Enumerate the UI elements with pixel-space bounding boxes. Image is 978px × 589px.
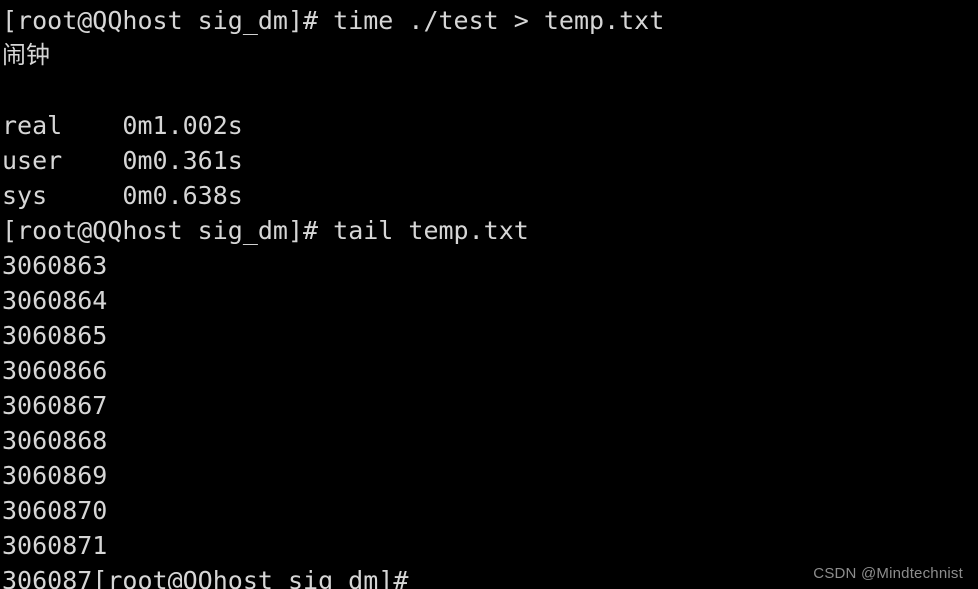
terminal-line-number: 3060868 bbox=[0, 423, 978, 458]
timing-sys: sys 0m0.638s bbox=[2, 181, 243, 210]
terminal-line-number: 3060871 bbox=[0, 528, 978, 563]
command-text-tail: tail temp.txt bbox=[333, 216, 529, 245]
csdn-watermark: CSDN @Mindtechnist bbox=[813, 565, 963, 582]
terminal-line-number: 3060870 bbox=[0, 493, 978, 528]
timing-user: user 0m0.361s bbox=[2, 146, 243, 175]
terminal-window[interactable]: [root@QQhost sig_dm]# time ./test > temp… bbox=[0, 0, 978, 589]
output-number: 3060870 bbox=[2, 496, 108, 525]
shell-prompt: [root@QQhost sig_dm]# bbox=[2, 6, 334, 35]
shell-prompt-active: [root@QQhost sig_dm]# bbox=[92, 566, 409, 589]
shell-prompt: [root@QQhost sig_dm]# bbox=[2, 216, 334, 245]
terminal-line-number: 3060867 bbox=[0, 388, 978, 423]
output-number: 3060869 bbox=[2, 461, 108, 490]
output-number: 3060864 bbox=[2, 286, 108, 315]
terminal-line-command-time: [root@QQhost sig_dm]# time ./test > temp… bbox=[0, 3, 978, 38]
output-number: 3060868 bbox=[2, 426, 108, 455]
terminal-screen[interactable]: [root@QQhost sig_dm]# time ./test > temp… bbox=[0, 3, 978, 589]
terminal-line-user: user 0m0.361s bbox=[0, 143, 978, 178]
truncated-output-number: 306087 bbox=[2, 566, 93, 589]
terminal-line-number: 3060864 bbox=[0, 283, 978, 318]
terminal-line-command-tail: [root@QQhost sig_dm]# tail temp.txt bbox=[0, 213, 978, 248]
terminal-line-number: 3060866 bbox=[0, 353, 978, 388]
terminal-line-real: real 0m1.002s bbox=[0, 108, 978, 143]
terminal-line-number: 3060863 bbox=[0, 248, 978, 283]
timing-real: real 0m1.002s bbox=[2, 111, 243, 140]
output-number: 3060871 bbox=[2, 531, 108, 560]
program-output-text: 闹钟 bbox=[2, 41, 50, 69]
terminal-line-number: 3060865 bbox=[0, 318, 978, 353]
command-text-time: time ./test > temp.txt bbox=[333, 6, 665, 35]
output-number: 3060866 bbox=[2, 356, 108, 385]
terminal-line-number: 3060869 bbox=[0, 458, 978, 493]
output-number: 3060863 bbox=[2, 251, 108, 280]
output-number: 3060865 bbox=[2, 321, 108, 350]
output-number: 3060867 bbox=[2, 391, 108, 420]
terminal-line-program-output: 闹钟 bbox=[0, 38, 978, 73]
terminal-line-sys: sys 0m0.638s bbox=[0, 178, 978, 213]
